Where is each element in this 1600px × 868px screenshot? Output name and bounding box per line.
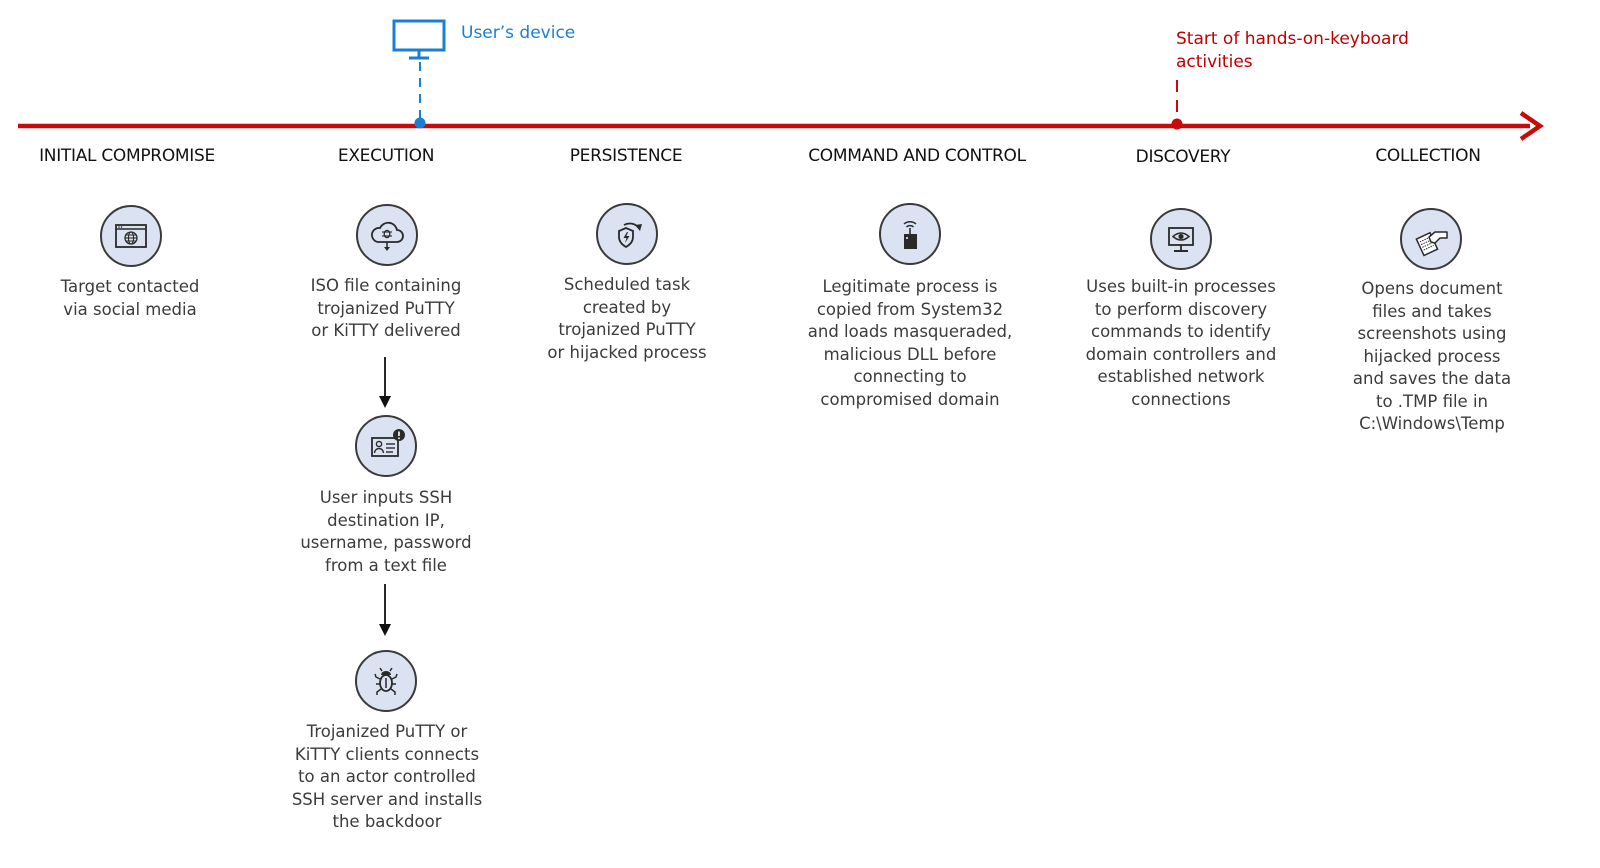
bug-icon <box>355 650 417 712</box>
hands-on-keyboard-label: Start of hands-on-keyboard activities <box>1176 29 1409 72</box>
flow-arrowhead-2 <box>379 624 391 636</box>
cloud-download-bug-icon <box>356 204 418 266</box>
step-description: Uses built-in processes to perform disco… <box>1085 277 1277 409</box>
remote-signal-icon <box>879 203 941 265</box>
monitor-eye-icon <box>1150 208 1212 270</box>
step-description: User inputs SSH destination IP, username… <box>300 488 472 575</box>
step-description: Legitimate process is copied from System… <box>807 277 1013 409</box>
timeline-arrowhead <box>1519 111 1544 141</box>
step-description: Opens document files and takes screensho… <box>1352 279 1512 433</box>
hands-on-keyboard-dot <box>1171 118 1183 130</box>
user-device-label: User’s device <box>461 23 576 43</box>
hand-document-icon <box>1400 208 1462 270</box>
shield-refresh-icon <box>596 203 658 265</box>
monitor-icon <box>392 18 448 62</box>
stage-title-initial-compromise: INITIAL COMPROMISE <box>39 146 215 166</box>
step-description: ISO file containing trojanized PuTTY or … <box>310 276 462 340</box>
flow-arrowhead-1 <box>379 396 391 408</box>
step-description: Trojanized PuTTY or KiTTY clients connec… <box>291 722 483 831</box>
step-description: Scheduled task created by trojanized PuT… <box>547 275 707 362</box>
browser-globe-icon <box>100 205 162 267</box>
stage-title-execution: EXECUTION <box>337 146 435 166</box>
id-card-alert-icon <box>355 415 417 477</box>
stage-title-command-and-control: COMMAND AND CONTROL <box>808 146 1026 166</box>
stage-title-discovery: DISCOVERY <box>1135 147 1231 167</box>
stage-title-collection: COLLECTION <box>1375 146 1481 166</box>
step-description: Target contacted via social media <box>60 277 200 319</box>
user-device-dot <box>414 117 426 129</box>
stage-title-persistence: PERSISTENCE <box>569 146 683 166</box>
